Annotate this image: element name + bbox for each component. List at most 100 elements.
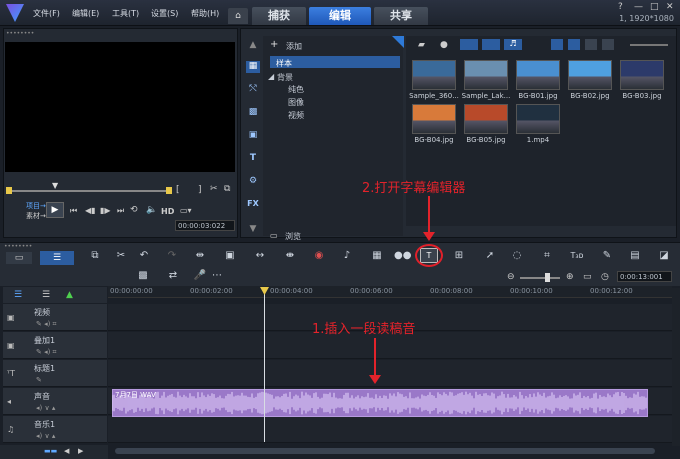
- browse-button[interactable]: 浏览: [285, 231, 301, 242]
- tab-edit[interactable]: 编辑: [309, 7, 371, 25]
- repeat-icon[interactable]: ⟲: [130, 205, 138, 215]
- end-icon[interactable]: ⏭: [117, 206, 124, 216]
- record-icon[interactable]: ▣: [223, 250, 237, 262]
- volume-icon[interactable]: 🔈: [146, 205, 157, 215]
- zoom-slider[interactable]: [520, 277, 560, 279]
- tab-share[interactable]: 共享: [374, 7, 428, 25]
- mark-out-icon[interactable]: ]: [198, 185, 202, 195]
- speed-icon[interactable]: ➚: [483, 250, 497, 262]
- sort-icon[interactable]: [551, 39, 563, 50]
- vertical-scrollbar[interactable]: [672, 288, 680, 446]
- thumbnail-image[interactable]: [516, 104, 560, 134]
- toolbar-grip[interactable]: ••••••••: [4, 243, 32, 250]
- scrubber-handle[interactable]: ▼: [52, 181, 58, 190]
- home-tab-icon[interactable]: ⌂: [228, 8, 248, 24]
- thumbnail-image[interactable]: [412, 60, 456, 90]
- tree-expand-icon[interactable]: ◢: [268, 72, 274, 81]
- thumbnail-image[interactable]: [464, 60, 508, 90]
- tree-item-solid[interactable]: 纯色: [288, 84, 304, 95]
- panel-grip[interactable]: ••••••••: [6, 30, 34, 37]
- menu-file[interactable]: 文件(F): [33, 8, 60, 19]
- redo-icon[interactable]: ↷: [165, 250, 179, 262]
- tools-icon[interactable]: ✂: [114, 250, 128, 262]
- scrubber-track[interactable]: [8, 190, 172, 192]
- add-icon[interactable]: +: [270, 39, 278, 50]
- prev-frame-icon[interactable]: ◀▮: [85, 206, 96, 215]
- scroll-down-icon[interactable]: ▼: [246, 224, 260, 236]
- screen-size-icon[interactable]: ▭▾: [180, 206, 192, 215]
- help-icon[interactable]: ?: [618, 2, 623, 12]
- show-video-icon[interactable]: [460, 39, 478, 50]
- maximize-icon[interactable]: □: [650, 2, 659, 12]
- thumbnail-image[interactable]: [568, 60, 612, 90]
- motion-icon[interactable]: ◉: [312, 250, 326, 262]
- chapter-icon[interactable]: ☰: [42, 290, 50, 300]
- fit-project-icon[interactable]: ▭: [583, 272, 592, 282]
- grid-view-icon[interactable]: [585, 39, 597, 50]
- voice-icon[interactable]: 🎤: [193, 270, 207, 282]
- mask-icon[interactable]: ●●: [394, 250, 411, 262]
- timeline-view-icon[interactable]: ☰: [40, 251, 74, 265]
- next-frame-icon[interactable]: ▮▶: [100, 206, 111, 215]
- trim-end-marker[interactable]: [166, 187, 172, 194]
- thumbnail-image[interactable]: [412, 104, 456, 134]
- audio-mix-icon[interactable]: ♪: [340, 250, 354, 262]
- menu-tools[interactable]: 工具(T): [112, 8, 139, 19]
- clip-mode-label[interactable]: 素材→: [26, 211, 46, 221]
- track-controls-icon[interactable]: ✎: [36, 376, 42, 384]
- tree-item-image[interactable]: 图像: [288, 97, 304, 108]
- camera-icon[interactable]: ●: [440, 40, 448, 50]
- thumbnail-image[interactable]: [516, 60, 560, 90]
- menu-edit[interactable]: 编辑(E): [72, 8, 99, 19]
- media-icon[interactable]: ▦: [246, 61, 260, 73]
- storyboard-view-icon[interactable]: ▭: [6, 252, 32, 264]
- copy-icon[interactable]: ⧉: [224, 184, 230, 194]
- clip-icon[interactable]: ⧉: [88, 250, 102, 262]
- hd-toggle[interactable]: HD: [161, 207, 174, 216]
- filter-icon[interactable]: ▩: [246, 107, 260, 119]
- paint-icon[interactable]: ✎: [600, 250, 614, 262]
- list-view-icon[interactable]: [568, 39, 580, 50]
- split-icon[interactable]: ✂: [210, 184, 218, 194]
- transition-tool-icon[interactable]: ⇄: [166, 270, 180, 282]
- close-icon[interactable]: ✕: [666, 2, 674, 12]
- track-controls-icon[interactable]: ◂) ∨ ▴: [36, 432, 55, 440]
- menu-help[interactable]: 帮助(H): [191, 8, 219, 19]
- split-audio-icon[interactable]: ↔: [253, 250, 267, 262]
- scroll-left-icon[interactable]: ◀: [64, 447, 69, 455]
- tab-capture[interactable]: 捕获: [252, 7, 306, 25]
- transition-icon[interactable]: ⤲: [246, 84, 260, 96]
- thumbnail-image[interactable]: [620, 60, 664, 90]
- graphics-icon[interactable]: ▣: [246, 130, 260, 142]
- tree-item-samples[interactable]: 样本: [276, 58, 292, 69]
- trim-start-marker[interactable]: [6, 187, 12, 194]
- snap-icon[interactable]: ⋯: [210, 270, 224, 282]
- thumbnail-image[interactable]: [464, 104, 508, 134]
- timecode-display[interactable]: 00:00:03:022: [175, 220, 235, 231]
- stop-motion-icon[interactable]: ▤: [628, 250, 642, 262]
- path-icon[interactable]: ⚙: [246, 176, 260, 188]
- mark-in-icon[interactable]: [: [176, 185, 180, 195]
- add-marker-icon[interactable]: ▲: [66, 290, 73, 300]
- play-button[interactable]: ▶: [46, 202, 64, 218]
- scroll-up-icon[interactable]: ▲: [246, 40, 260, 52]
- sort-options-icon[interactable]: [602, 39, 614, 50]
- timeline-scroll-thumb[interactable]: [115, 448, 655, 454]
- waveform-view-icon[interactable]: ▬▬: [44, 447, 57, 455]
- multicam-icon[interactable]: ▦: [370, 250, 384, 262]
- show-audio-icon[interactable]: ♬: [504, 39, 522, 50]
- track-lane[interactable]: [108, 416, 672, 443]
- minimize-icon[interactable]: —: [634, 2, 643, 12]
- zoom-in-icon[interactable]: ⊕: [566, 272, 574, 282]
- track-lane[interactable]: [108, 360, 672, 387]
- browse-icon[interactable]: ▭: [270, 231, 278, 240]
- fx-icon[interactable]: FX: [246, 199, 260, 211]
- project-mode-label[interactable]: 项目→: [26, 201, 46, 211]
- track-controls-icon[interactable]: ◂) ∨ ▴: [36, 404, 55, 412]
- fit-icon[interactable]: ⇹: [193, 250, 207, 262]
- playhead[interactable]: [264, 290, 265, 442]
- track-controls-icon[interactable]: ✎ ◂) ⌗: [36, 320, 57, 329]
- zoom-slider-handle[interactable]: [545, 273, 550, 282]
- show-photo-icon[interactable]: [482, 39, 500, 50]
- tree-item-background[interactable]: 背景: [277, 72, 293, 83]
